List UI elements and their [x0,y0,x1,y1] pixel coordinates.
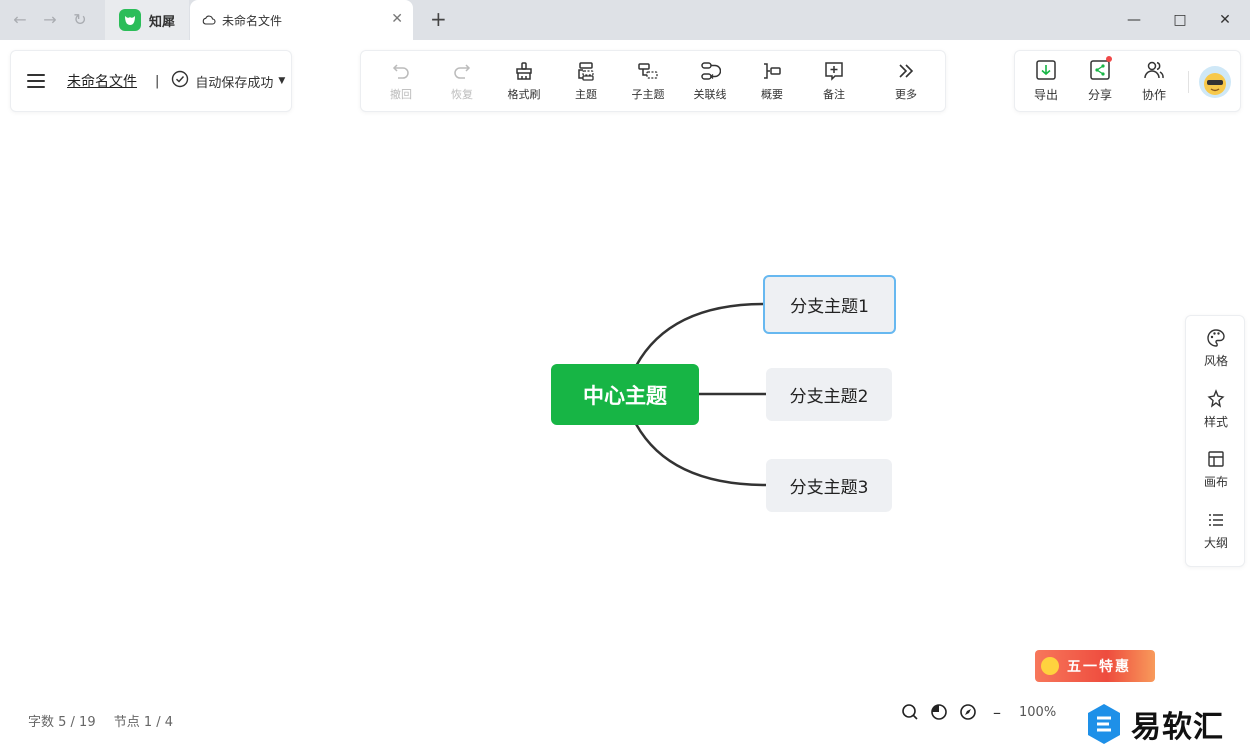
word-count: 字数 5 / 19 [28,715,96,730]
zoom-tools: – 100% [900,701,1056,723]
side-label-theme: 风格 [1203,354,1228,368]
mouse-icon[interactable] [929,702,949,722]
locate-icon[interactable] [958,702,978,722]
palette-icon [1207,329,1225,347]
watermark-logo-icon [1088,704,1120,744]
branch-topic-1[interactable]: 分支主题1 [763,275,896,334]
search-icon[interactable] [900,702,920,722]
side-item-theme[interactable]: 风格 [1186,318,1246,378]
side-item-canvas[interactable]: 画布 [1186,439,1246,499]
list-icon [1209,514,1223,526]
layout-icon [1208,451,1224,467]
status-bar: 字数 5 / 19 节点 1 / 4 [28,711,173,730]
side-item-style[interactable]: 样式 [1186,379,1246,439]
branch-topic-2[interactable]: 分支主题2 [766,368,892,421]
zoom-level[interactable]: 100% [1019,705,1056,720]
side-label-outline: 大纲 [1203,536,1228,550]
central-topic-node[interactable]: 中心主题 [551,364,699,425]
watermark: 易软汇 [1085,702,1224,746]
connector-3 [634,423,767,487]
promo-banner[interactable]: 五一特惠 [1035,650,1155,682]
side-label-style: 样式 [1203,415,1228,429]
node-count: 节点 1 / 4 [113,715,174,730]
watermark-text: 易软汇 [1131,710,1224,745]
side-label-canvas: 画布 [1203,475,1228,489]
branch-topic-3[interactable]: 分支主题3 [766,459,892,512]
zoom-out-button[interactable]: – [993,703,1001,722]
megaphone-icon [1041,657,1059,675]
connector-1 [634,302,765,367]
promo-text: 五一特惠 [1067,659,1131,675]
side-panel: 风格 样式 画布 大纲 [1185,315,1245,567]
magic-wand-icon [1207,389,1225,408]
side-item-outline[interactable]: 大纲 [1186,500,1246,560]
